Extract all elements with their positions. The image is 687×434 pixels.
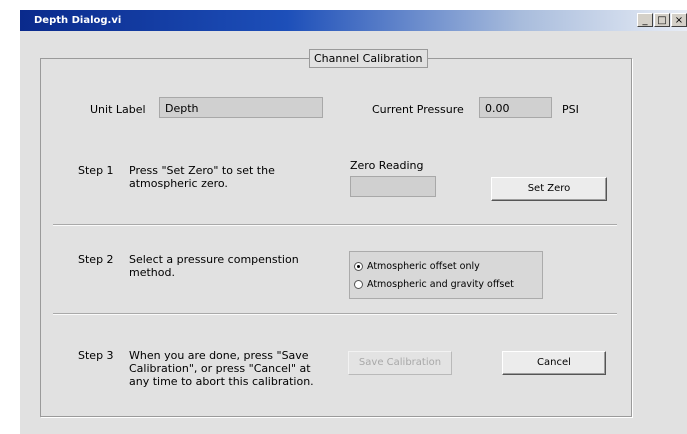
radio-unselected-icon[interactable] (354, 280, 363, 289)
dialog-client-area: Channel Calibration Unit Label Depth Cur… (20, 31, 687, 434)
step3-line1: When you are done, press "Save (129, 349, 309, 362)
window-title: Depth Dialog.vi (34, 15, 122, 26)
step3-number: Step 3 (78, 349, 114, 362)
step3-line3: any time to abort this calibration. (129, 375, 314, 388)
separator (53, 224, 617, 226)
step1-number: Step 1 (78, 164, 114, 177)
current-pressure-caption: Current Pressure (372, 103, 464, 116)
window-controls: _ □ × (637, 13, 687, 27)
radio-selected-icon[interactable] (354, 262, 363, 271)
radio-option-label: Atmospheric offset only (367, 261, 480, 272)
compensation-method-group: Atmospheric offset only Atmospheric and … (349, 251, 543, 299)
save-calibration-button[interactable]: Save Calibration (348, 351, 452, 375)
pressure-units: PSI (562, 103, 579, 116)
channel-calibration-panel: Channel Calibration Unit Label Depth Cur… (40, 49, 632, 417)
zero-reading-label: Zero Reading (350, 159, 424, 172)
step2-line2: method. (129, 266, 175, 279)
unit-label-caption: Unit Label (90, 103, 146, 116)
minimize-icon[interactable]: _ (637, 13, 653, 27)
radio-option-atmospheric-only[interactable]: Atmospheric offset only (354, 261, 480, 272)
step3-line2: Calibration", or press "Cancel" at (129, 362, 311, 375)
radio-option-atmospheric-gravity[interactable]: Atmospheric and gravity offset (354, 279, 514, 290)
zero-reading-field (350, 176, 436, 197)
radio-option-label: Atmospheric and gravity offset (367, 279, 514, 290)
close-icon[interactable]: × (671, 13, 687, 27)
step2-number: Step 2 (78, 253, 114, 266)
step1-line1: Press "Set Zero" to set the (129, 164, 275, 177)
set-zero-button[interactable]: Set Zero (491, 177, 607, 201)
step2-line1: Select a pressure compenstion (129, 253, 299, 266)
window-titlebar[interactable]: Depth Dialog.vi _ □ × (20, 10, 687, 31)
separator (53, 313, 617, 315)
step1-line2: atmospheric zero. (129, 177, 228, 190)
maximize-icon[interactable]: □ (654, 13, 670, 27)
panel-caption: Channel Calibration (309, 49, 428, 68)
cancel-button[interactable]: Cancel (502, 351, 606, 375)
current-pressure-field: 0.00 (479, 97, 552, 118)
unit-label-field[interactable]: Depth (159, 97, 323, 118)
